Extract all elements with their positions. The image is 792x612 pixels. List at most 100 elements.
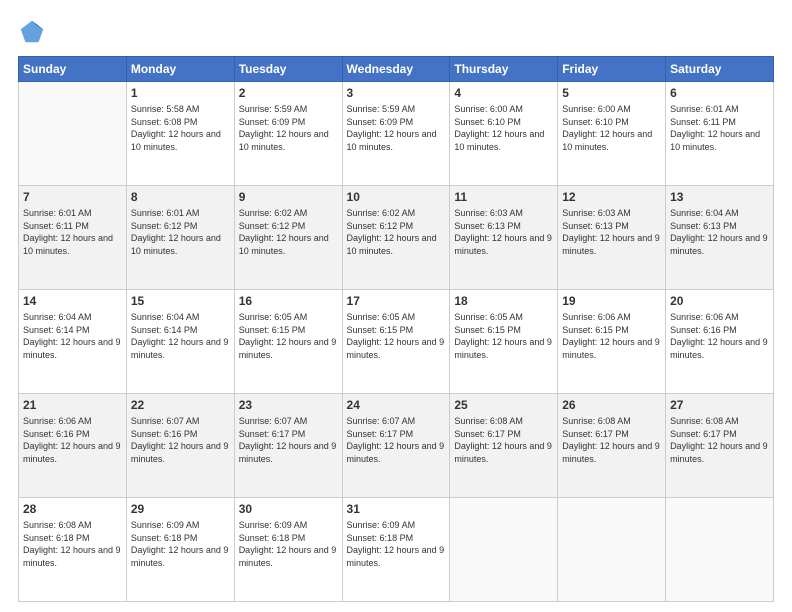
day-info: Sunrise: 6:01 AM Sunset: 6:11 PM Dayligh… <box>23 207 122 257</box>
calendar-day-cell: 12 Sunrise: 6:03 AM Sunset: 6:13 PM Dayli… <box>558 186 666 290</box>
day-info: Sunrise: 6:08 AM Sunset: 6:17 PM Dayligh… <box>670 415 769 465</box>
calendar-day-cell: 14 Sunrise: 6:04 AM Sunset: 6:14 PM Dayli… <box>19 290 127 394</box>
calendar-day-cell: 5Sunrise: 6:00 AM Sunset: 6:10 PM Daylig… <box>558 82 666 186</box>
calendar-day-cell: 22 Sunrise: 6:07 AM Sunset: 6:16 PM Dayli… <box>126 394 234 498</box>
day-info: Sunrise: 6:06 AM Sunset: 6:15 PM Dayligh… <box>562 311 661 361</box>
day-number: 11 <box>454 189 553 205</box>
day-number: 22 <box>131 397 230 413</box>
calendar-day-cell: 16 Sunrise: 6:05 AM Sunset: 6:15 PM Dayli… <box>234 290 342 394</box>
calendar-day-cell: 24 Sunrise: 6:07 AM Sunset: 6:17 PM Dayli… <box>342 394 450 498</box>
logo <box>18 18 50 46</box>
day-info: Sunrise: 6:00 AM Sunset: 6:10 PM Dayligh… <box>454 103 553 153</box>
day-number: 25 <box>454 397 553 413</box>
day-number: 23 <box>239 397 338 413</box>
weekday-header: Saturday <box>666 57 774 82</box>
calendar-week-row: 28 Sunrise: 6:08 AM Sunset: 6:18 PM Dayli… <box>19 498 774 602</box>
calendar-day-cell <box>666 498 774 602</box>
day-number: 30 <box>239 501 338 517</box>
day-number: 12 <box>562 189 661 205</box>
day-number: 28 <box>23 501 122 517</box>
calendar-day-cell: 4Sunrise: 6:00 AM Sunset: 6:10 PM Daylig… <box>450 82 558 186</box>
weekday-header: Thursday <box>450 57 558 82</box>
day-number: 24 <box>347 397 446 413</box>
day-number: 21 <box>23 397 122 413</box>
day-info: Sunrise: 6:09 AM Sunset: 6:18 PM Dayligh… <box>239 519 338 569</box>
day-info: Sunrise: 5:59 AM Sunset: 6:09 PM Dayligh… <box>239 103 338 153</box>
day-info: Sunrise: 6:08 AM Sunset: 6:17 PM Dayligh… <box>454 415 553 465</box>
weekday-header: Tuesday <box>234 57 342 82</box>
calendar-week-row: 7 Sunrise: 6:01 AM Sunset: 6:11 PM Daylig… <box>19 186 774 290</box>
day-number: 19 <box>562 293 661 309</box>
calendar-day-cell: 15 Sunrise: 6:04 AM Sunset: 6:14 PM Dayli… <box>126 290 234 394</box>
day-info: Sunrise: 6:09 AM Sunset: 6:18 PM Dayligh… <box>347 519 446 569</box>
day-info: Sunrise: 6:07 AM Sunset: 6:17 PM Dayligh… <box>347 415 446 465</box>
weekday-header: Friday <box>558 57 666 82</box>
day-info: Sunrise: 6:01 AM Sunset: 6:11 PM Dayligh… <box>670 103 769 153</box>
weekday-header: Monday <box>126 57 234 82</box>
weekday-header: Sunday <box>19 57 127 82</box>
calendar-day-cell: 3 Sunrise: 5:59 AM Sunset: 6:09 PM Daylig… <box>342 82 450 186</box>
day-info: Sunrise: 6:01 AM Sunset: 6:12 PM Dayligh… <box>131 207 230 257</box>
day-info: Sunrise: 6:08 AM Sunset: 6:17 PM Dayligh… <box>562 415 661 465</box>
day-number: 1 <box>131 85 230 101</box>
calendar-week-row: 21 Sunrise: 6:06 AM Sunset: 6:16 PM Dayli… <box>19 394 774 498</box>
calendar-day-cell: 11 Sunrise: 6:03 AM Sunset: 6:13 PM Dayli… <box>450 186 558 290</box>
day-number: 13 <box>670 189 769 205</box>
day-number: 26 <box>562 397 661 413</box>
day-number: 27 <box>670 397 769 413</box>
day-number: 8 <box>131 189 230 205</box>
day-number: 18 <box>454 293 553 309</box>
calendar-header-row: SundayMondayTuesdayWednesdayThursdayFrid… <box>19 57 774 82</box>
calendar-day-cell: 13 Sunrise: 6:04 AM Sunset: 6:13 PM Dayli… <box>666 186 774 290</box>
day-info: Sunrise: 6:04 AM Sunset: 6:14 PM Dayligh… <box>23 311 122 361</box>
calendar-day-cell <box>450 498 558 602</box>
calendar-day-cell: 18Sunrise: 6:05 AM Sunset: 6:15 PM Dayli… <box>450 290 558 394</box>
day-info: Sunrise: 6:03 AM Sunset: 6:13 PM Dayligh… <box>454 207 553 257</box>
day-info: Sunrise: 6:02 AM Sunset: 6:12 PM Dayligh… <box>239 207 338 257</box>
day-info: Sunrise: 6:04 AM Sunset: 6:14 PM Dayligh… <box>131 311 230 361</box>
calendar-day-cell: 2 Sunrise: 5:59 AM Sunset: 6:09 PM Daylig… <box>234 82 342 186</box>
calendar-day-cell: 20 Sunrise: 6:06 AM Sunset: 6:16 PM Dayli… <box>666 290 774 394</box>
calendar-day-cell: 27 Sunrise: 6:08 AM Sunset: 6:17 PM Dayli… <box>666 394 774 498</box>
calendar-day-cell: 28 Sunrise: 6:08 AM Sunset: 6:18 PM Dayli… <box>19 498 127 602</box>
day-info: Sunrise: 5:58 AM Sunset: 6:08 PM Dayligh… <box>131 103 230 153</box>
day-number: 16 <box>239 293 338 309</box>
day-info: Sunrise: 6:06 AM Sunset: 6:16 PM Dayligh… <box>23 415 122 465</box>
top-section <box>18 18 774 46</box>
day-info: Sunrise: 6:08 AM Sunset: 6:18 PM Dayligh… <box>23 519 122 569</box>
day-info: Sunrise: 6:07 AM Sunset: 6:17 PM Dayligh… <box>239 415 338 465</box>
day-number: 5 <box>562 85 661 101</box>
calendar-week-row: 14 Sunrise: 6:04 AM Sunset: 6:14 PM Dayli… <box>19 290 774 394</box>
calendar-day-cell <box>558 498 666 602</box>
day-number: 7 <box>23 189 122 205</box>
calendar-day-cell: 7 Sunrise: 6:01 AM Sunset: 6:11 PM Daylig… <box>19 186 127 290</box>
calendar-table: SundayMondayTuesdayWednesdayThursdayFrid… <box>18 56 774 602</box>
calendar-day-cell: 9Sunrise: 6:02 AM Sunset: 6:12 PM Daylig… <box>234 186 342 290</box>
logo-icon <box>18 18 46 46</box>
day-number: 2 <box>239 85 338 101</box>
calendar-day-cell: 10Sunrise: 6:02 AM Sunset: 6:12 PM Dayli… <box>342 186 450 290</box>
weekday-header: Wednesday <box>342 57 450 82</box>
day-info: Sunrise: 6:06 AM Sunset: 6:16 PM Dayligh… <box>670 311 769 361</box>
day-number: 3 <box>347 85 446 101</box>
day-number: 15 <box>131 293 230 309</box>
day-number: 20 <box>670 293 769 309</box>
calendar-day-cell: 21 Sunrise: 6:06 AM Sunset: 6:16 PM Dayli… <box>19 394 127 498</box>
day-info: Sunrise: 5:59 AM Sunset: 6:09 PM Dayligh… <box>347 103 446 153</box>
calendar-day-cell: 1 Sunrise: 5:58 AM Sunset: 6:08 PM Daylig… <box>126 82 234 186</box>
day-number: 10 <box>347 189 446 205</box>
day-info: Sunrise: 6:05 AM Sunset: 6:15 PM Dayligh… <box>347 311 446 361</box>
calendar-day-cell: 30 Sunrise: 6:09 AM Sunset: 6:18 PM Dayli… <box>234 498 342 602</box>
calendar-day-cell: 25 Sunrise: 6:08 AM Sunset: 6:17 PM Dayli… <box>450 394 558 498</box>
calendar-day-cell <box>19 82 127 186</box>
calendar-day-cell: 31 Sunrise: 6:09 AM Sunset: 6:18 PM Dayli… <box>342 498 450 602</box>
day-info: Sunrise: 6:07 AM Sunset: 6:16 PM Dayligh… <box>131 415 230 465</box>
day-info: Sunrise: 6:03 AM Sunset: 6:13 PM Dayligh… <box>562 207 661 257</box>
day-number: 31 <box>347 501 446 517</box>
day-info: Sunrise: 6:04 AM Sunset: 6:13 PM Dayligh… <box>670 207 769 257</box>
day-number: 14 <box>23 293 122 309</box>
calendar-day-cell: 23 Sunrise: 6:07 AM Sunset: 6:17 PM Dayli… <box>234 394 342 498</box>
calendar-day-cell: 8 Sunrise: 6:01 AM Sunset: 6:12 PM Daylig… <box>126 186 234 290</box>
day-info: Sunrise: 6:05 AM Sunset: 6:15 PM Dayligh… <box>239 311 338 361</box>
calendar-week-row: 1 Sunrise: 5:58 AM Sunset: 6:08 PM Daylig… <box>19 82 774 186</box>
